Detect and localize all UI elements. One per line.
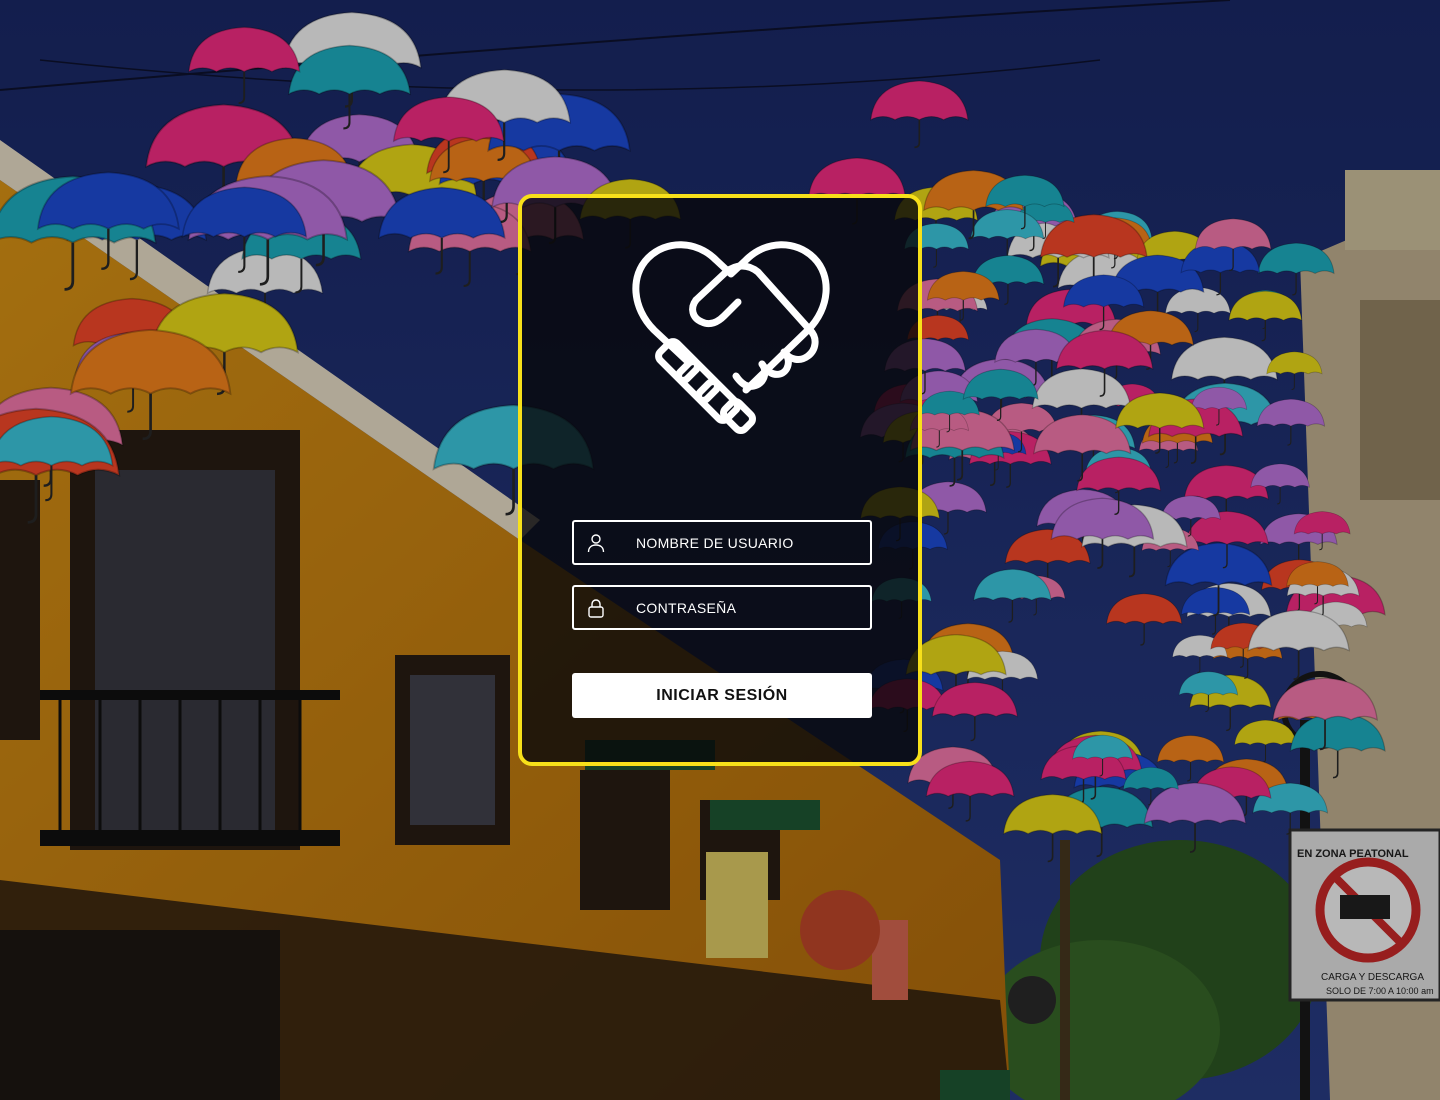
login-button[interactable]: INICIAR SESIÓN xyxy=(572,673,872,718)
heart-handshake-icon xyxy=(632,241,830,434)
lock-icon xyxy=(588,599,604,618)
username-field[interactable] xyxy=(572,520,872,565)
password-field[interactable] xyxy=(572,585,872,630)
username-input[interactable] xyxy=(636,522,861,563)
login-card: INICIAR SESIÓN xyxy=(518,194,922,766)
password-input[interactable] xyxy=(636,587,861,628)
user-icon xyxy=(587,534,605,553)
